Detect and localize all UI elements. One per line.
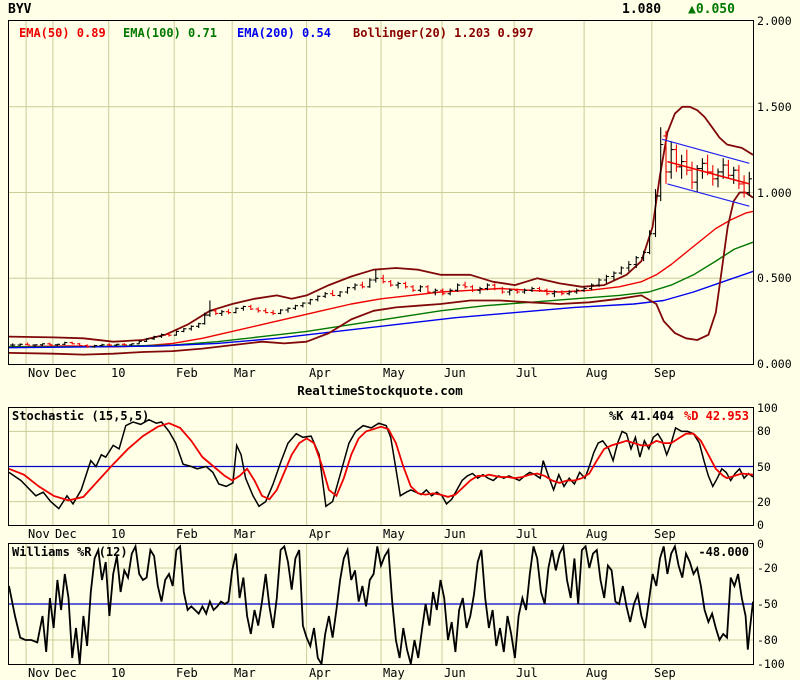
- x-tick-label: Feb: [176, 666, 198, 680]
- x-tick-label: Sep: [654, 366, 676, 380]
- x-tick-label: 10: [111, 366, 126, 380]
- x-tick-label: Mar: [234, 527, 256, 541]
- x-tick-label: Apr: [309, 366, 331, 380]
- price-chart-panel: EMA(50) 0.89 EMA(100) 0.71 EMA(200) 0.54…: [8, 20, 754, 365]
- x-tick-label: Jul: [516, 527, 538, 541]
- x-tick-label: Apr: [309, 666, 331, 680]
- x-tick-label: Jun: [444, 366, 466, 380]
- y-tick-label: 0.000: [757, 357, 792, 371]
- y-tick-label: -100: [757, 657, 785, 671]
- williams-title: Williams %R (12): [12, 545, 128, 559]
- williams-x-axis: Nov Dec 10 Feb Mar Apr May Jun Jul Aug Sep: [8, 666, 756, 680]
- x-tick-label: Nov: [28, 666, 50, 680]
- stochastic-panel: Stochastic (15,5,5) %K 41.404 %D 42.953: [8, 407, 754, 526]
- x-tick-label: Dec: [55, 666, 77, 680]
- x-tick-label: Aug: [586, 666, 608, 680]
- x-tick-label: Mar: [234, 366, 256, 380]
- x-tick-label: Jun: [444, 666, 466, 680]
- header-bar: BYV 1.080 ▲0.050: [0, 0, 800, 18]
- y-tick-label: 0: [757, 518, 764, 532]
- x-tick-label: Aug: [586, 366, 608, 380]
- price-y-axis: 2.000 1.500 1.000 0.500 0.000: [757, 14, 799, 371]
- x-tick-label: Jun: [444, 527, 466, 541]
- x-tick-label: May: [383, 527, 405, 541]
- x-tick-label: Feb: [176, 366, 198, 380]
- y-tick-label: -80: [757, 633, 778, 647]
- x-tick-label: Sep: [654, 666, 676, 680]
- stochastic-values: %K 41.404 %D 42.953: [609, 409, 749, 423]
- y-tick-label: 20: [757, 494, 771, 509]
- price-x-axis: Nov Dec 10 Feb Mar Apr May Jun Jul Aug Sep: [8, 366, 756, 380]
- legend-ema200: EMA(200) 0.54: [237, 26, 331, 40]
- x-tick-label: May: [383, 666, 405, 680]
- y-tick-label: 100: [757, 401, 778, 415]
- x-tick-label: Dec: [55, 527, 77, 541]
- stochastic-x-axis: Nov Dec 10 Feb Mar Apr May Jun Jul Aug Sep: [8, 527, 756, 541]
- x-tick-label: Jul: [516, 666, 538, 680]
- stochastic-title: Stochastic (15,5,5): [12, 409, 150, 423]
- x-tick-label: Apr: [309, 527, 331, 541]
- legend-bollinger: Bollinger(20) 1.203 0.997: [353, 26, 534, 40]
- x-tick-label: Feb: [176, 527, 198, 541]
- williams-panel: Williams %R (12) -48.000: [8, 543, 754, 665]
- williams-values: -48.000: [698, 545, 749, 559]
- x-tick-label: Mar: [234, 666, 256, 680]
- x-tick-label: 10: [111, 666, 126, 680]
- williams-y-axis: 0 -20 -50 -80 -100: [757, 537, 799, 671]
- y-tick-label: 0: [757, 537, 764, 551]
- y-tick-label: 80: [757, 424, 771, 439]
- price-chart-canvas: [9, 21, 753, 364]
- stochastic-d-value: %D 42.953: [683, 409, 749, 423]
- legend-ema100: EMA(100) 0.71: [123, 26, 217, 40]
- x-tick-label: Nov: [28, 366, 50, 380]
- last-price: 1.080: [622, 2, 662, 17]
- watermark: RealtimeStockquote.com: [297, 383, 463, 398]
- x-tick-label: Dec: [55, 366, 77, 380]
- williams-r-value: -48.000: [698, 545, 749, 559]
- price-change: ▲0.050: [688, 2, 735, 17]
- y-tick-label: 0.500: [757, 271, 792, 286]
- x-tick-label: Sep: [654, 527, 676, 541]
- stochastic-canvas: [9, 408, 753, 525]
- x-tick-label: Nov: [28, 527, 50, 541]
- stochastic-y-axis: 100 80 50 20 0: [757, 401, 799, 532]
- y-tick-label: -20: [757, 561, 778, 575]
- x-tick-label: May: [383, 366, 405, 380]
- x-tick-label: Jul: [516, 366, 538, 380]
- x-tick-label: Aug: [586, 527, 608, 541]
- y-tick-label: 50: [757, 459, 771, 474]
- ticker-symbol: BYV: [8, 2, 32, 17]
- x-tick-label: 10: [111, 527, 126, 541]
- y-tick-label: 1.000: [757, 185, 792, 200]
- williams-canvas: [9, 544, 753, 664]
- stochastic-k-value: %K 41.404: [608, 409, 674, 423]
- legend-ema50: EMA(50) 0.89: [19, 26, 106, 40]
- y-tick-label: 1.500: [757, 99, 792, 114]
- stock-chart-page: BYV 1.080 ▲0.050 EMA(50) 0.89 EMA(100) 0…: [0, 0, 800, 680]
- y-tick-label: 2.000: [757, 14, 792, 28]
- y-tick-label: -50: [757, 597, 778, 611]
